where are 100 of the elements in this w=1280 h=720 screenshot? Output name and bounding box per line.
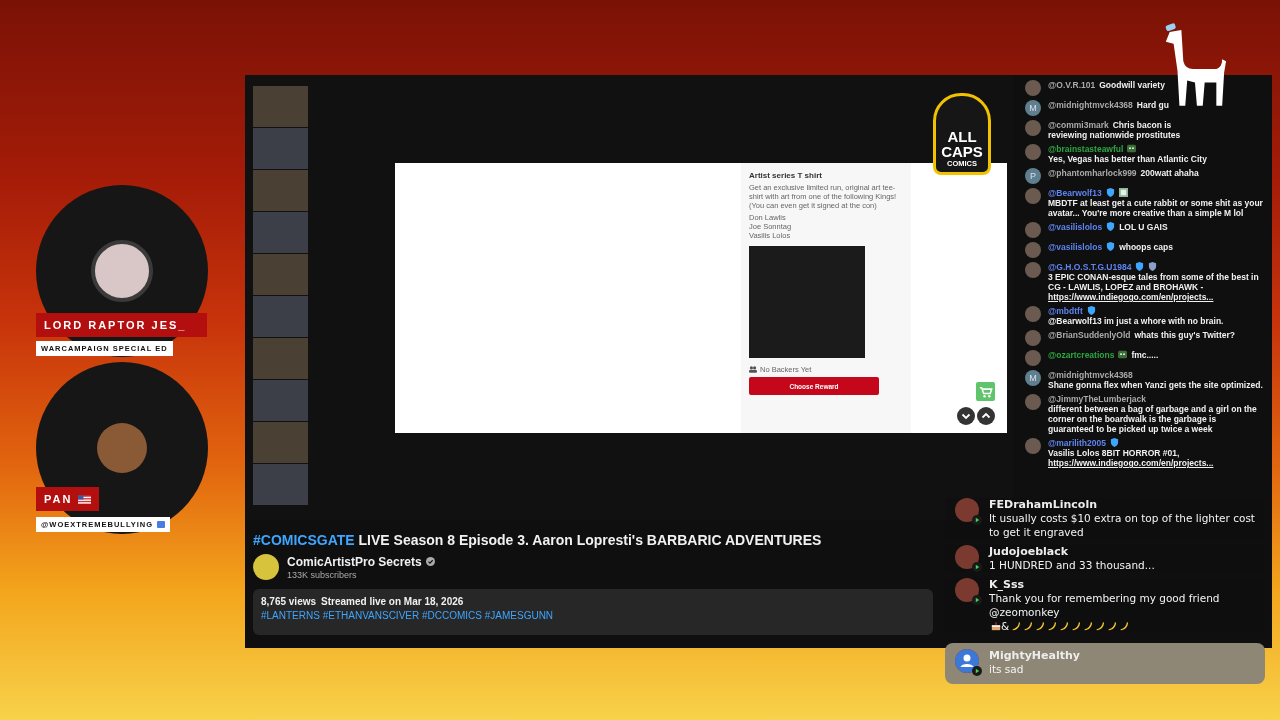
- chat-author: FEDrahamLincoln: [989, 498, 1098, 511]
- banana-icon: [1023, 621, 1034, 631]
- verified-badge-icon: [1086, 306, 1096, 315]
- chat-author: @mbdtft: [1048, 306, 1083, 316]
- flag-icon: [78, 494, 92, 504]
- chat-message: Goodwill variety: [1099, 80, 1165, 90]
- avatar-placeholder: [1025, 350, 1041, 366]
- chat-message: Yes, Vegas has better than Atlantic City: [1048, 154, 1207, 164]
- banana-icon: [1083, 621, 1094, 631]
- verified-badge-icon: [1106, 222, 1116, 231]
- chat-author: MightyHealthy: [989, 649, 1080, 662]
- chat-message: whats this guy's Twitter?: [1134, 330, 1235, 340]
- subscriber-count: 133K subscribers: [287, 569, 358, 580]
- webcam-thumbnail: [253, 296, 308, 337]
- chat-message: Shane gonna flex when Yanzi gets the site optimized.: [1048, 380, 1263, 390]
- hashtags[interactable]: #LANTERNS #ETHANVANSCIVER #DCCOMICS #JAMESGUNN: [261, 610, 554, 621]
- banana-icon: [1059, 621, 1070, 631]
- chat-author: Judojoeblack: [989, 545, 1070, 558]
- verified-icon: [425, 557, 435, 566]
- shield-badge-icon: [1148, 262, 1158, 271]
- avatar-placeholder: [1025, 80, 1041, 96]
- chat-author: K_Sss: [989, 578, 1026, 591]
- banana-icon: [1011, 621, 1022, 631]
- avatar-placeholder: [1025, 222, 1041, 238]
- letter-avatar: P: [1025, 168, 1041, 184]
- badge-icon: [157, 521, 166, 528]
- chat-message: 1 HUNDRED and 33 thousand...: [989, 558, 1155, 572]
- avatar-placeholder: [955, 498, 979, 522]
- webcam-thumbnail: [253, 170, 308, 211]
- chat-message: fmc.....: [1131, 350, 1159, 360]
- chat-author: @Bearwolf13: [1048, 188, 1102, 198]
- banana-icon: [1119, 621, 1130, 631]
- avatar-placeholder: [1025, 306, 1041, 322]
- channel-name[interactable]: ComicArtistPro Secrets: [287, 554, 422, 569]
- description-box[interactable]: 8,765 views Streamed live on Mar 18, 2026 #LANTERNS #ETHANVANSCIVER #DCCOMICS #JAMESGUNN: [253, 589, 933, 635]
- verified-badge-icon: [1106, 242, 1116, 251]
- avatar-placeholder: [1025, 438, 1041, 454]
- avatar-placeholder: [1025, 242, 1041, 258]
- logo-text: CAPS: [941, 144, 983, 159]
- webcam-thumbnail: [253, 128, 308, 169]
- chat-author: @O.V.R.101: [1048, 80, 1096, 90]
- chat-message: MBDTF at least get a cute rabbit or some shit as your avatar... You're more creative than a simple M lol: [1048, 198, 1264, 218]
- chat-author: @midnightmvck4368: [1048, 370, 1133, 380]
- letter-avatar: M: [1025, 100, 1041, 116]
- webcam-thumbnail: [253, 86, 308, 127]
- avatar-placeholder: [955, 578, 979, 602]
- people-icon: [749, 366, 757, 373]
- avatar-placeholder: [97, 423, 147, 473]
- banana-icon: [1095, 621, 1106, 631]
- chat-message: whoops caps: [1119, 242, 1173, 252]
- chat-message: It usually costs $10 extra on top of the lighter cost to get it engraved: [989, 511, 1256, 539]
- play-badge-icon: [972, 515, 982, 525]
- member-badge-icon: [1118, 350, 1128, 359]
- webcam-thumbnail: [253, 464, 308, 505]
- avatar-placeholder: [1025, 330, 1041, 346]
- stream-date: Streamed live on Mar 18, 2026: [321, 596, 464, 607]
- avatar-placeholder: [955, 545, 979, 569]
- banana-icon: [1047, 621, 1058, 631]
- link[interactable]: https://www.indiegogo.com/en/projects...: [1048, 458, 1214, 468]
- link[interactable]: https://www.indiegogo.com/en/projects...: [1048, 292, 1214, 302]
- chat-message: 200watt ahaha: [1140, 168, 1199, 178]
- chat-author: @ozartcreations: [1048, 350, 1115, 360]
- verified-badge-icon: [1135, 262, 1145, 271]
- chat-author: @G.H.O.S.T.G.U1984: [1048, 262, 1132, 272]
- scroll-down-button[interactable]: [957, 407, 975, 425]
- scroll-up-button[interactable]: [977, 407, 995, 425]
- guest-name: LORD RAPTOR JES_: [44, 319, 187, 331]
- webcam-thumbnail: [253, 254, 308, 295]
- chat-author: @commi3mark: [1048, 120, 1109, 130]
- webcam-thumbnail: [253, 422, 308, 463]
- avatar-placeholder: [1025, 144, 1041, 160]
- chat-author: @JimmyTheLumberjack: [1048, 394, 1147, 404]
- chat-message: different between a bag of garbage and a girl on the corner on the boardwalk is the garbage is guaranteed to be picked up twice a week: [1048, 404, 1258, 434]
- avatar-placeholder: [1025, 120, 1041, 136]
- sticker-icon: [1118, 188, 1128, 197]
- chat-message: reviewing nationwide prostitutes: [1048, 130, 1181, 140]
- reward-title: Artist series T shirt: [749, 171, 823, 180]
- view-count: 8,765 views: [261, 596, 317, 607]
- chat-author: @brainstasteawful: [1048, 144, 1124, 154]
- play-badge-icon: [972, 666, 982, 676]
- guest-name: PAN: [44, 493, 73, 505]
- chat-author: @midnightmvck4368: [1048, 100, 1133, 110]
- chat-author: @BrianSuddenlyOld: [1048, 330, 1131, 340]
- letter-avatar: M: [1025, 370, 1041, 386]
- chat-author: @vasilislolos: [1048, 222, 1103, 232]
- chat-message: Vasilis Lolos 8BIT HORROR #01, https://www.indiegogo.com/en/projects...: [1048, 448, 1215, 468]
- chat-message: @Bearwolf13 im just a whore with no brain.: [1048, 316, 1224, 326]
- banana-icon: [1107, 621, 1118, 631]
- user-avatar-icon: [955, 649, 979, 673]
- play-badge-icon: [972, 595, 982, 605]
- chat-message: 3 EPIC CONAN-esque tales from some of the best in CG - LAWLIS, LOPEZ and BROHAWK - https://www.indiegogo.com/en/projects...: [1048, 272, 1260, 302]
- channel-avatar[interactable]: [253, 554, 279, 580]
- webcam-thumbnail: [253, 212, 308, 253]
- chat-message: its sad: [989, 662, 1024, 676]
- chat-author: @phantomharlock999: [1048, 168, 1137, 178]
- chat-message: Chris bacon is: [1112, 120, 1172, 130]
- banana-icon: [1035, 621, 1046, 631]
- chat-message: Thank you for remembering my good friend @zeomonkey: [989, 591, 1221, 619]
- webcam-thumbnail: [253, 380, 308, 421]
- logo-text: ALL: [947, 129, 977, 144]
